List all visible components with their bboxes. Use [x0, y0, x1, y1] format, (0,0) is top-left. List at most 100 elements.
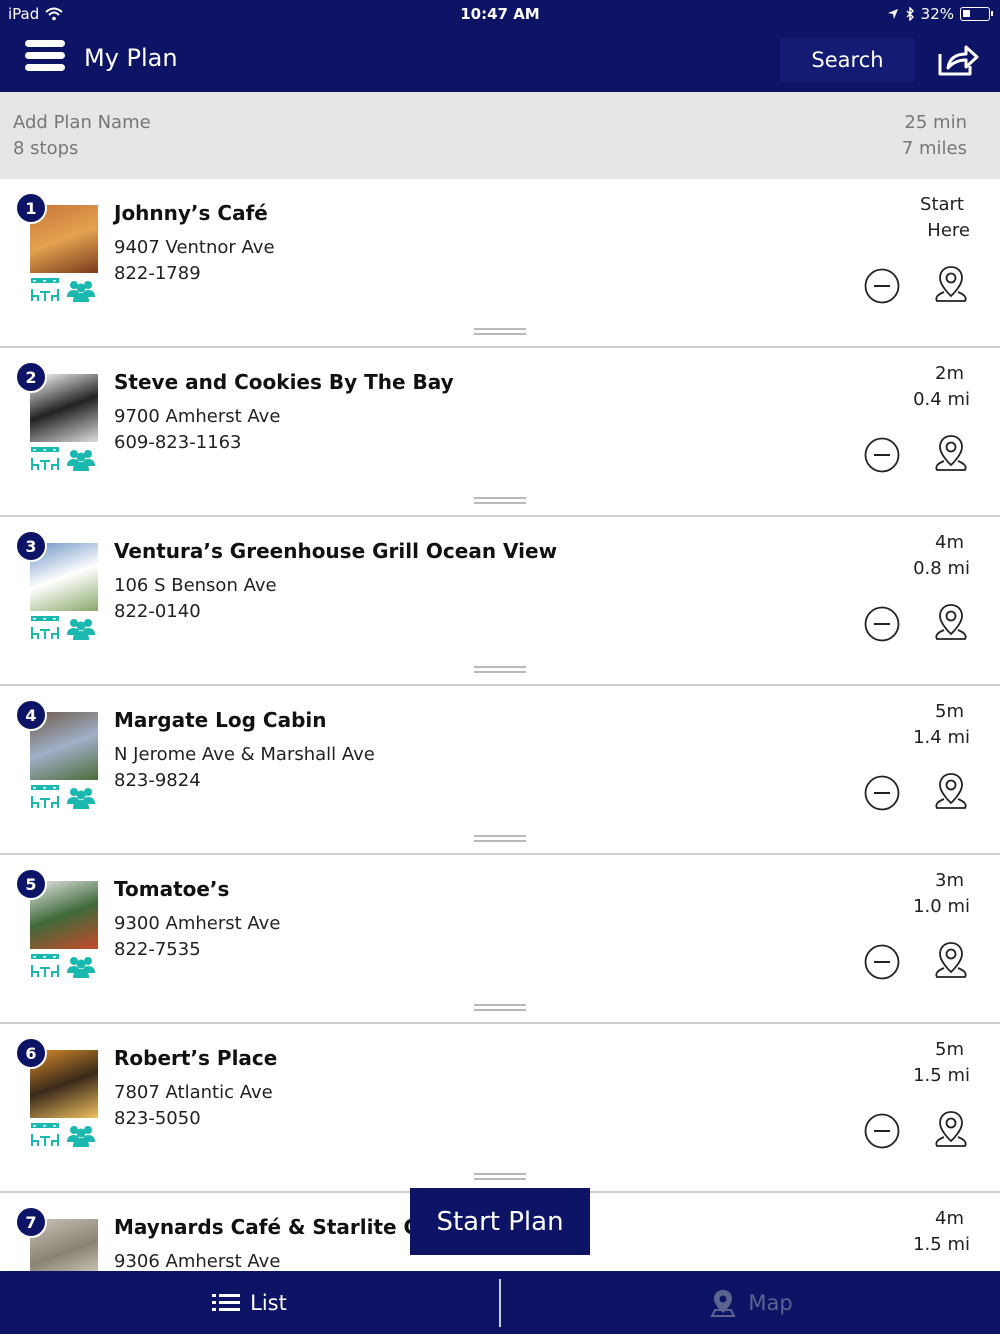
stop-distance: 1.0 mi	[913, 896, 970, 917]
list-icon	[212, 1293, 241, 1311]
plan-summary: Add Plan Name 8 stops 25 min 7 miles	[0, 92, 1000, 179]
amenities	[30, 953, 96, 979]
drag-handle-icon[interactable]	[474, 1004, 526, 1012]
stops-count: 8 stops	[13, 138, 79, 159]
stop-travel-time: 5m	[935, 701, 964, 722]
app-header: iPad 10:47 AM 32% My Plan Search	[0, 0, 1000, 92]
status-bar: iPad 10:47 AM 32%	[0, 0, 1000, 28]
stop-name[interactable]: Johnny’s Café	[114, 201, 268, 225]
drag-handle-icon[interactable]	[474, 328, 526, 336]
share-icon[interactable]	[936, 42, 980, 78]
map-pin-icon[interactable]	[932, 265, 970, 305]
amenities	[30, 277, 96, 303]
stop-distance: 1.4 mi	[913, 727, 970, 748]
bluetooth-icon	[906, 7, 914, 21]
status-time: 10:47 AM	[460, 5, 540, 23]
stop-number-badge: 4	[15, 699, 47, 731]
group-icon	[67, 619, 95, 640]
drag-handle-icon[interactable]	[474, 666, 526, 674]
stop-row[interactable]: 1 Johnny’s Café 9407 Ventnor Ave 822-178…	[0, 179, 1000, 348]
search-button[interactable]: Search	[780, 38, 915, 82]
stop-address: N Jerome Ave & Marshall Ave	[114, 744, 375, 765]
map-pin-icon[interactable]	[932, 941, 970, 981]
stop-name[interactable]: Steve and Cookies By The Bay	[114, 370, 454, 394]
remove-icon[interactable]	[864, 606, 900, 642]
stop-address: 106 S Benson Ave	[114, 575, 277, 596]
stop-phone[interactable]: 822-1789	[114, 263, 201, 284]
stop-name[interactable]: Maynards Café & Starlite Gar	[114, 1215, 443, 1239]
tab-list-label: List	[250, 1290, 287, 1315]
stop-name[interactable]: Tomatoe’s	[114, 877, 229, 901]
stop-number-badge: 2	[15, 361, 47, 393]
amenities	[30, 1122, 96, 1148]
menu-icon[interactable]	[25, 40, 65, 76]
battery-percent: 32%	[920, 5, 954, 23]
stop-travel-time: 3m	[935, 870, 964, 891]
outdoor-seating-icon	[31, 1123, 59, 1146]
stop-address: 9407 Ventnor Ave	[114, 237, 275, 258]
remove-icon[interactable]	[864, 944, 900, 980]
status-right: 32%	[887, 5, 993, 23]
map-pin-icon[interactable]	[932, 603, 970, 643]
stop-travel-time: 4m	[935, 1208, 964, 1229]
stop-phone[interactable]: 822-7535	[114, 939, 201, 960]
amenities	[30, 784, 96, 810]
stop-phone[interactable]: 609-823-1163	[114, 432, 242, 453]
group-icon	[67, 957, 95, 978]
bottom-tab-bar: List Map	[0, 1271, 1000, 1334]
group-icon	[67, 1126, 95, 1147]
stop-number-badge: 5	[15, 868, 47, 900]
start-plan-button[interactable]: Start Plan	[410, 1188, 590, 1255]
stop-row[interactable]: 5 Tomatoe’s 9300 Amherst Ave 822-7535 3m…	[0, 855, 1000, 1024]
stop-address: 9700 Amherst Ave	[114, 406, 281, 427]
battery-icon	[960, 7, 993, 21]
stop-name[interactable]: Robert’s Place	[114, 1046, 277, 1070]
plan-name-field[interactable]: Add Plan Name	[13, 112, 151, 133]
group-icon	[67, 788, 95, 809]
tab-map[interactable]: Map	[501, 1271, 1000, 1334]
stop-distance: 0.4 mi	[913, 389, 970, 410]
stop-distance: 0.8 mi	[913, 558, 970, 579]
stop-travel-time: 5m	[935, 1039, 964, 1060]
stop-travel-time: 2m	[935, 363, 964, 384]
stop-row[interactable]: 6 Robert’s Place 7807 Atlantic Ave 823-5…	[0, 1024, 1000, 1193]
stop-row[interactable]: 2 Steve and Cookies By The Bay 9700 Amhe…	[0, 348, 1000, 517]
stop-distance: 1.5 mi	[913, 1234, 970, 1255]
my-plan-screen: { "status_bar": { "device": "iPad", "tim…	[0, 0, 1000, 1334]
stop-row[interactable]: 3 Ventura’s Greenhouse Grill Ocean View …	[0, 517, 1000, 686]
group-icon	[67, 450, 95, 471]
total-time: 25 min	[904, 112, 967, 133]
outdoor-seating-icon	[31, 447, 59, 470]
tab-list[interactable]: List	[0, 1271, 499, 1334]
map-pin-icon[interactable]	[932, 434, 970, 474]
stop-travel-time: Start	[920, 194, 964, 215]
outdoor-seating-icon	[31, 785, 59, 808]
map-pin-icon[interactable]	[932, 772, 970, 812]
amenities	[30, 446, 96, 472]
stop-number-badge: 6	[15, 1037, 47, 1069]
stop-number-badge: 7	[15, 1206, 47, 1238]
total-distance: 7 miles	[901, 138, 967, 159]
stop-number-badge: 3	[15, 530, 47, 562]
stop-name[interactable]: Ventura’s Greenhouse Grill Ocean View	[114, 539, 557, 563]
stop-name[interactable]: Margate Log Cabin	[114, 708, 327, 732]
group-icon	[67, 281, 95, 302]
stop-row[interactable]: 4 Margate Log Cabin N Jerome Ave & Marsh…	[0, 686, 1000, 855]
outdoor-seating-icon	[31, 616, 59, 639]
stop-phone[interactable]: 822-0140	[114, 601, 201, 622]
stop-address: 7807 Atlantic Ave	[114, 1082, 273, 1103]
stop-address: 9306 Amherst Ave	[114, 1251, 281, 1272]
stop-phone[interactable]: 823-5050	[114, 1108, 201, 1129]
location-arrow-icon	[887, 9, 898, 19]
drag-handle-icon[interactable]	[474, 497, 526, 505]
drag-handle-icon[interactable]	[474, 835, 526, 843]
remove-icon[interactable]	[864, 775, 900, 811]
remove-icon[interactable]	[864, 437, 900, 473]
outdoor-seating-icon	[31, 278, 59, 301]
stop-phone[interactable]: 823-9824	[114, 770, 201, 791]
drag-handle-icon[interactable]	[474, 1173, 526, 1181]
remove-icon[interactable]	[864, 268, 900, 304]
map-pin-icon[interactable]	[932, 1110, 970, 1150]
remove-icon[interactable]	[864, 1113, 900, 1149]
stop-number-badge: 1	[15, 192, 47, 224]
